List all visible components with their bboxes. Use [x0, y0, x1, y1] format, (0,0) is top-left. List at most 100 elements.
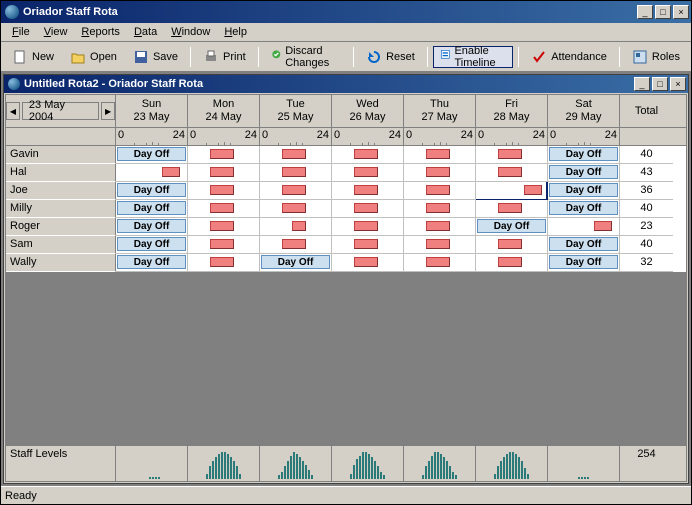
open-button[interactable]: Open — [63, 46, 124, 68]
staff-name[interactable]: Roger — [6, 218, 116, 236]
shift-cell[interactable] — [332, 218, 404, 236]
shift-bar[interactable] — [282, 149, 306, 159]
menu-view[interactable]: View — [37, 24, 75, 40]
shift-cell[interactable] — [476, 200, 548, 218]
day-header[interactable]: Thu27 May — [404, 95, 476, 127]
shift-cell[interactable]: Day Off — [116, 182, 188, 200]
shift-bar[interactable] — [282, 167, 306, 177]
shift-bar[interactable] — [210, 257, 234, 267]
shift-cell[interactable] — [476, 254, 548, 272]
minimize-button[interactable]: _ — [637, 5, 653, 19]
shift-cell[interactable] — [332, 254, 404, 272]
day-header[interactable]: Mon24 May — [188, 95, 260, 127]
shift-bar[interactable] — [354, 203, 378, 213]
shift-bar[interactable] — [210, 203, 234, 213]
shift-bar[interactable] — [524, 185, 542, 195]
shift-cell[interactable] — [404, 200, 476, 218]
shift-cell[interactable] — [260, 236, 332, 254]
shift-cell[interactable] — [188, 218, 260, 236]
shift-cell[interactable] — [476, 146, 548, 164]
shift-cell[interactable]: Day Off — [116, 236, 188, 254]
discard-button[interactable]: Discard Changes — [264, 46, 348, 68]
shift-cell[interactable] — [260, 146, 332, 164]
shift-bar[interactable] — [282, 203, 306, 213]
shift-cell[interactable]: Day Off — [476, 218, 548, 236]
current-date[interactable]: 23 May 2004 — [22, 102, 99, 120]
prev-week-button[interactable]: ◀ — [6, 102, 20, 120]
shift-bar[interactable] — [162, 167, 180, 177]
shift-bar[interactable] — [426, 167, 450, 177]
staff-name[interactable]: Milly — [6, 200, 116, 218]
shift-bar[interactable] — [354, 239, 378, 249]
print-button[interactable]: Print — [196, 46, 253, 68]
shift-cell[interactable] — [404, 164, 476, 182]
shift-cell[interactable] — [188, 182, 260, 200]
shift-cell[interactable] — [188, 254, 260, 272]
shift-bar[interactable] — [426, 203, 450, 213]
day-header[interactable]: Wed26 May — [332, 95, 404, 127]
shift-bar[interactable] — [210, 221, 234, 231]
shift-cell[interactable] — [188, 164, 260, 182]
shift-cell[interactable] — [188, 200, 260, 218]
shift-bar[interactable] — [292, 221, 306, 231]
shift-bar[interactable] — [498, 203, 522, 213]
shift-bar[interactable] — [426, 239, 450, 249]
child-minimize-button[interactable]: _ — [634, 77, 650, 91]
shift-cell[interactable] — [116, 164, 188, 182]
shift-cell[interactable] — [188, 146, 260, 164]
next-week-button[interactable]: ▶ — [101, 102, 115, 120]
shift-cell[interactable] — [332, 236, 404, 254]
shift-cell[interactable]: Day Off — [548, 146, 620, 164]
shift-cell[interactable] — [404, 146, 476, 164]
shift-bar[interactable] — [426, 185, 450, 195]
reset-button[interactable]: Reset — [359, 46, 422, 68]
menu-reports[interactable]: Reports — [74, 24, 127, 40]
day-header[interactable]: Sat29 May — [548, 95, 620, 127]
shift-cell[interactable]: Day Off — [548, 254, 620, 272]
shift-cell[interactable]: Day Off — [548, 200, 620, 218]
maximize-button[interactable]: □ — [655, 5, 671, 19]
shift-bar[interactable] — [282, 239, 306, 249]
day-header[interactable]: Tue25 May — [260, 95, 332, 127]
child-maximize-button[interactable]: □ — [652, 77, 668, 91]
day-header[interactable]: Fri28 May — [476, 95, 548, 127]
shift-bar[interactable] — [282, 185, 306, 195]
shift-cell[interactable] — [260, 200, 332, 218]
day-header[interactable]: Sun23 May — [116, 95, 188, 127]
staff-name[interactable]: Wally — [6, 254, 116, 272]
shift-cell[interactable] — [260, 164, 332, 182]
shift-bar[interactable] — [210, 239, 234, 249]
shift-bar[interactable] — [498, 239, 522, 249]
shift-bar[interactable] — [210, 149, 234, 159]
shift-bar[interactable] — [426, 221, 450, 231]
shift-bar[interactable] — [210, 185, 234, 195]
shift-bar[interactable] — [498, 167, 522, 177]
shift-cell[interactable]: Day Off — [548, 164, 620, 182]
shift-cell[interactable]: Day Off — [116, 254, 188, 272]
shift-bar[interactable] — [354, 167, 378, 177]
close-button[interactable]: × — [673, 5, 689, 19]
shift-cell[interactable] — [332, 200, 404, 218]
shift-cell[interactable] — [332, 146, 404, 164]
shift-bar[interactable] — [354, 221, 378, 231]
shift-cell[interactable]: Day Off — [260, 254, 332, 272]
shift-cell[interactable] — [476, 236, 548, 254]
shift-cell[interactable] — [548, 218, 620, 236]
shift-cell[interactable] — [260, 182, 332, 200]
shift-cell[interactable]: Day Off — [116, 218, 188, 236]
shift-bar[interactable] — [498, 257, 522, 267]
shift-bar[interactable] — [594, 221, 612, 231]
shift-bar[interactable] — [354, 185, 378, 195]
shift-cell[interactable] — [404, 236, 476, 254]
staff-name[interactable]: Hal — [6, 164, 116, 182]
staff-name[interactable]: Joe — [6, 182, 116, 200]
shift-cell[interactable]: Day Off — [116, 146, 188, 164]
shift-bar[interactable] — [498, 149, 522, 159]
shift-cell[interactable] — [476, 182, 548, 200]
menu-help[interactable]: Help — [217, 24, 254, 40]
shift-cell[interactable]: Day Off — [548, 182, 620, 200]
save-button[interactable]: Save — [126, 46, 185, 68]
menu-window[interactable]: Window — [164, 24, 217, 40]
menu-data[interactable]: Data — [127, 24, 164, 40]
attendance-button[interactable]: Attendance — [524, 46, 614, 68]
